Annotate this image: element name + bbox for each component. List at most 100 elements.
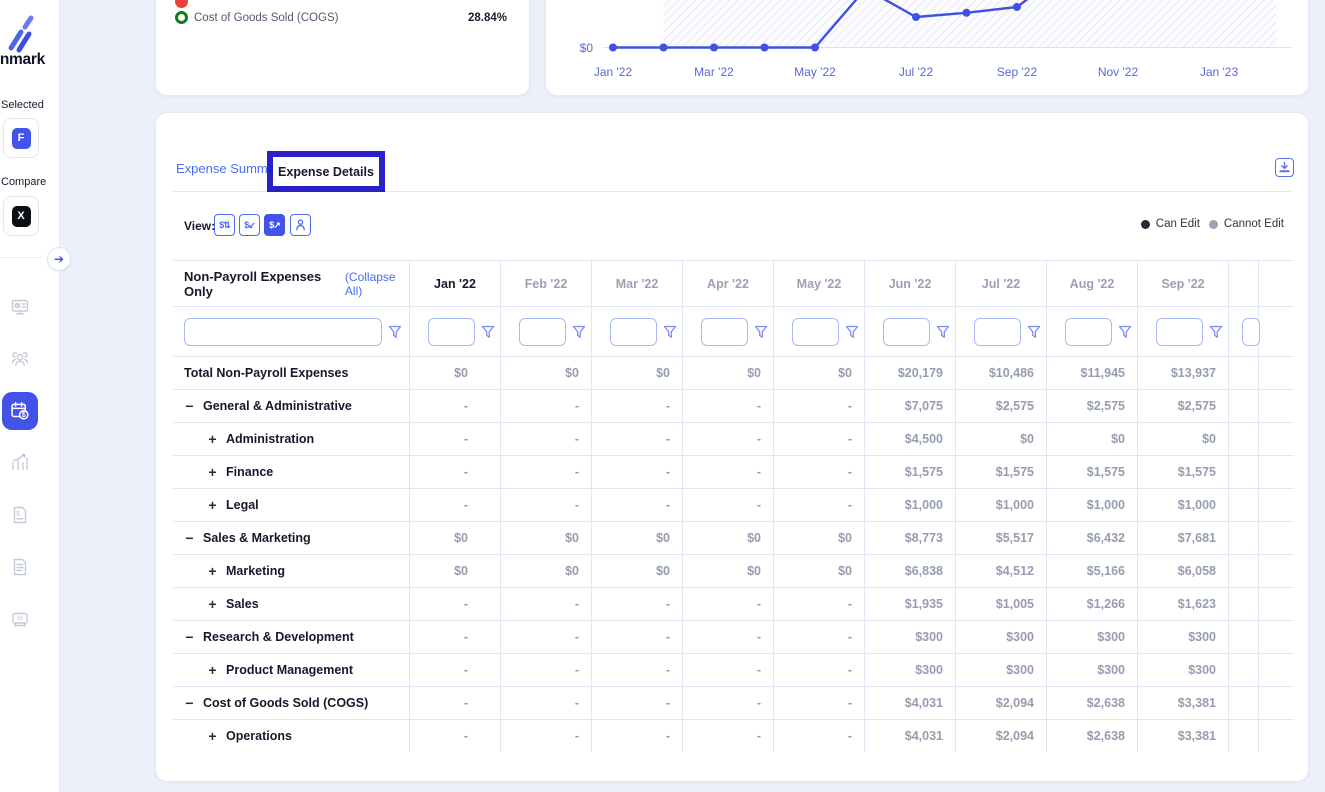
expense-value-cell[interactable]: - xyxy=(683,456,774,488)
expense-value-cell[interactable]: - xyxy=(501,720,592,752)
expense-value-cell[interactable]: $5,517 xyxy=(956,522,1047,554)
expense-value-cell[interactable]: $2,094 xyxy=(956,720,1047,752)
expense-value-cell[interactable]: $1,266 xyxy=(1047,588,1138,620)
expense-value-cell[interactable]: $1,575 xyxy=(956,456,1047,488)
expense-value-cell[interactable]: - xyxy=(410,456,501,488)
expense-value-cell[interactable]: $5,166 xyxy=(1047,555,1138,587)
expense-value-cell[interactable]: - xyxy=(410,588,501,620)
expense-value-cell[interactable]: $3,381 xyxy=(1138,720,1229,752)
expense-value-cell[interactable]: $300 xyxy=(865,654,956,686)
filter-funnel-icon[interactable] xyxy=(663,325,677,339)
month-filter-input[interactable] xyxy=(1156,318,1203,346)
expense-value-cell[interactable]: - xyxy=(683,489,774,521)
expense-value-cell[interactable]: - xyxy=(683,423,774,455)
month-filter-input[interactable] xyxy=(1242,318,1260,346)
expense-value-cell[interactable]: $1,000 xyxy=(956,489,1047,521)
expense-value-cell[interactable]: - xyxy=(683,654,774,686)
expense-value-cell[interactable]: - xyxy=(592,456,683,488)
month-filter-input[interactable] xyxy=(428,318,475,346)
expense-value-cell[interactable]: $6,432 xyxy=(1047,522,1138,554)
month-filter-input[interactable] xyxy=(610,318,657,346)
expense-value-cell[interactable]: $300 xyxy=(1138,654,1229,686)
filter-funnel-icon[interactable] xyxy=(1209,325,1223,339)
expense-value-cell[interactable]: $300 xyxy=(956,654,1047,686)
expense-value-cell[interactable]: - xyxy=(592,423,683,455)
expense-value-cell[interactable]: $0 xyxy=(956,423,1047,455)
expense-value-cell[interactable]: - xyxy=(410,654,501,686)
expense-value-cell[interactable]: $300 xyxy=(956,621,1047,653)
expense-value-cell[interactable]: - xyxy=(774,588,865,620)
expense-value-cell[interactable]: $300 xyxy=(1047,621,1138,653)
expense-value-cell[interactable]: - xyxy=(592,654,683,686)
filter-funnel-icon[interactable] xyxy=(936,325,950,339)
expense-value-cell[interactable]: - xyxy=(774,489,865,521)
expense-value-cell[interactable]: - xyxy=(683,390,774,422)
expense-value-cell[interactable]: $2,638 xyxy=(1047,720,1138,752)
month-filter-input[interactable] xyxy=(1065,318,1112,346)
collapse-toggle-icon[interactable]: − xyxy=(183,695,196,711)
expense-value-cell[interactable]: $1,575 xyxy=(865,456,956,488)
selected-scenario-card[interactable]: F xyxy=(3,118,39,158)
expense-value-cell[interactable]: $0 xyxy=(410,357,501,389)
expense-value-cell[interactable]: - xyxy=(410,423,501,455)
expense-value-cell[interactable]: - xyxy=(592,687,683,719)
expense-value-cell[interactable]: $2,575 xyxy=(1047,390,1138,422)
expense-value-cell[interactable]: $1,575 xyxy=(1047,456,1138,488)
expense-value-cell[interactable]: - xyxy=(683,621,774,653)
expense-value-cell[interactable]: $0 xyxy=(410,555,501,587)
expand-toggle-icon[interactable]: + xyxy=(206,596,219,612)
expense-value-cell[interactable]: $11,945 xyxy=(1047,357,1138,389)
view-person-button[interactable] xyxy=(290,214,311,236)
expense-value-cell[interactable]: $20,179 xyxy=(865,357,956,389)
expense-value-cell[interactable]: $0 xyxy=(774,522,865,554)
expense-value-cell[interactable]: - xyxy=(774,456,865,488)
expense-value-cell[interactable]: $2,094 xyxy=(956,687,1047,719)
expense-value-cell[interactable]: $10,486 xyxy=(956,357,1047,389)
expense-value-cell[interactable]: $0 xyxy=(501,555,592,587)
expense-value-cell[interactable]: - xyxy=(410,489,501,521)
expense-value-cell[interactable]: - xyxy=(592,720,683,752)
expense-value-cell[interactable]: - xyxy=(774,423,865,455)
expense-value-cell[interactable]: - xyxy=(501,489,592,521)
nav-invoices-icon[interactable]: $ xyxy=(10,505,30,525)
expense-value-cell[interactable]: - xyxy=(774,654,865,686)
expense-value-cell[interactable]: $0 xyxy=(410,522,501,554)
scenario-badge-f[interactable]: F xyxy=(12,128,31,149)
expense-value-cell[interactable]: $1,000 xyxy=(1047,489,1138,521)
month-filter-input[interactable] xyxy=(701,318,748,346)
expense-value-cell[interactable]: $1,935 xyxy=(865,588,956,620)
compare-scenario-card[interactable]: X xyxy=(3,196,39,236)
expense-value-cell[interactable]: $2,575 xyxy=(1138,390,1229,422)
expense-value-cell[interactable]: $0 xyxy=(774,357,865,389)
nav-dashboard-icon[interactable] xyxy=(10,297,30,317)
expand-toggle-icon[interactable]: + xyxy=(206,464,219,480)
expense-value-cell[interactable]: $7,681 xyxy=(1138,522,1229,554)
expense-value-cell[interactable]: - xyxy=(774,687,865,719)
expense-value-cell[interactable]: $0 xyxy=(683,357,774,389)
expense-value-cell[interactable]: $0 xyxy=(501,522,592,554)
expense-value-cell[interactable]: $1,005 xyxy=(956,588,1047,620)
expense-value-cell[interactable]: - xyxy=(410,390,501,422)
expense-value-cell[interactable]: $300 xyxy=(1138,621,1229,653)
filter-funnel-icon[interactable] xyxy=(754,325,768,339)
filter-funnel-icon[interactable] xyxy=(388,325,402,339)
sidebar-collapse-button[interactable]: ➔ xyxy=(47,247,71,271)
filter-funnel-icon[interactable] xyxy=(481,325,495,339)
view-dollar-in-button[interactable]: $↙ xyxy=(239,214,260,236)
expense-value-cell[interactable]: $1,000 xyxy=(1138,489,1229,521)
month-filter-input[interactable] xyxy=(883,318,930,346)
expense-value-cell[interactable]: $0 xyxy=(592,357,683,389)
nav-team-icon[interactable] xyxy=(10,349,30,369)
expense-value-cell[interactable]: $2,575 xyxy=(956,390,1047,422)
expense-value-cell[interactable]: $8,773 xyxy=(865,522,956,554)
expense-value-cell[interactable]: $4,512 xyxy=(956,555,1047,587)
expense-value-cell[interactable]: - xyxy=(592,588,683,620)
expense-value-cell[interactable]: - xyxy=(774,621,865,653)
expense-value-cell[interactable]: $0 xyxy=(1047,423,1138,455)
expense-value-cell[interactable]: $13,937 xyxy=(1138,357,1229,389)
expense-value-cell[interactable]: $4,031 xyxy=(865,720,956,752)
expense-value-cell[interactable]: $4,031 xyxy=(865,687,956,719)
view-dollar-updown-button[interactable]: $⇅ xyxy=(214,214,235,236)
expense-value-cell[interactable]: - xyxy=(683,588,774,620)
expand-toggle-icon[interactable]: + xyxy=(206,662,219,678)
